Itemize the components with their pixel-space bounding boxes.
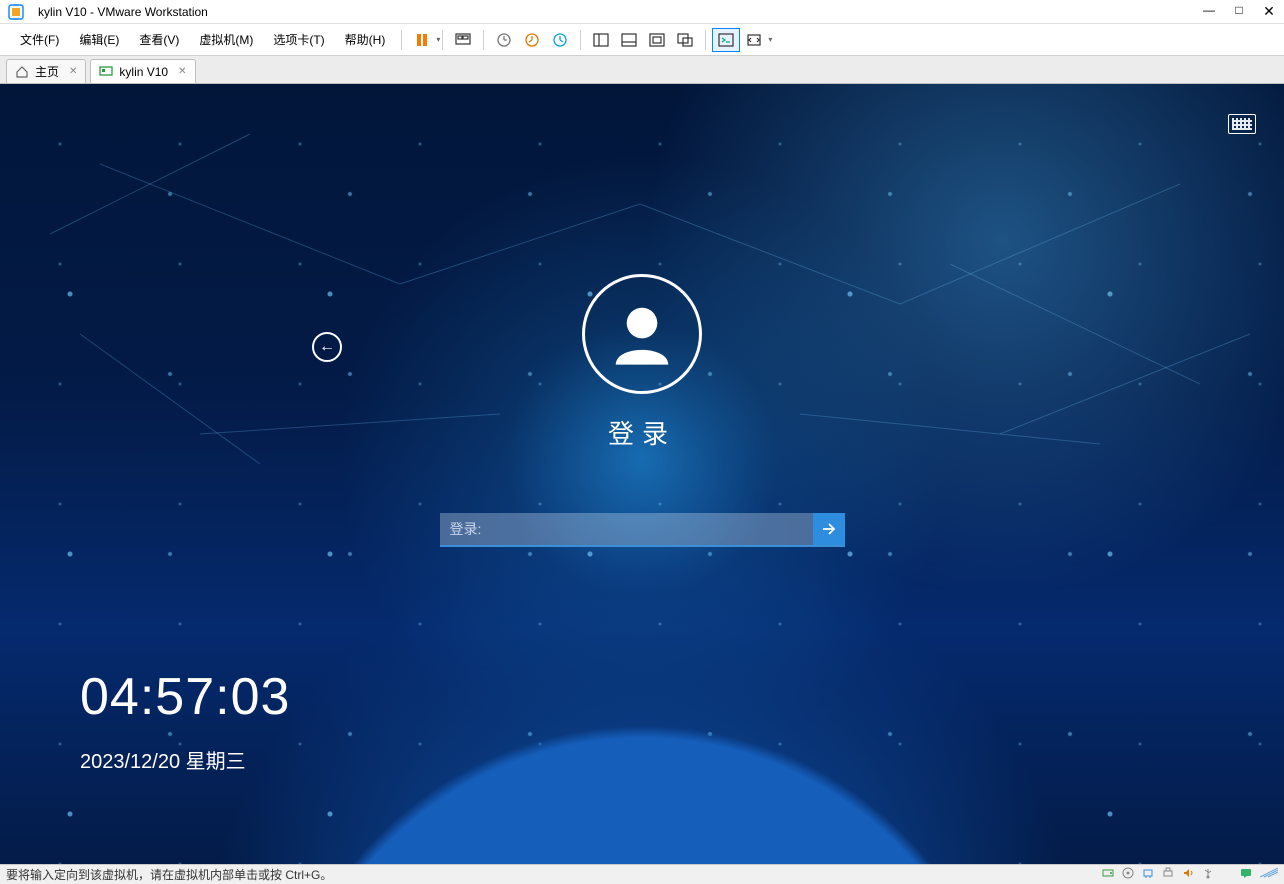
window-minimize-button[interactable]: — bbox=[1194, 3, 1224, 20]
menu-vm[interactable]: 虚拟机(M) bbox=[189, 27, 263, 52]
tab-kylin-v10[interactable]: kylin V10 ✕ bbox=[90, 59, 195, 83]
vmware-app-icon bbox=[8, 4, 24, 20]
snapshot-manager-button[interactable] bbox=[546, 28, 574, 52]
vm-monitor-icon bbox=[99, 65, 113, 79]
tab-bar: 主页 ✕ kylin V10 ✕ bbox=[0, 56, 1284, 84]
home-icon bbox=[15, 65, 29, 79]
console-view-button[interactable] bbox=[712, 28, 740, 52]
lockscreen-clock: 04:57:03 2023/12/20 星期三 bbox=[80, 667, 290, 774]
window-close-button[interactable]: ✕ bbox=[1254, 3, 1284, 20]
view-unity-button[interactable] bbox=[671, 28, 699, 52]
send-ctrl-alt-del-button[interactable] bbox=[449, 28, 477, 52]
vm-message-log-icon[interactable] bbox=[1240, 867, 1252, 882]
status-message: 要将输入定向到该虚拟机，请在虚拟机内部单击或按 Ctrl+G。 bbox=[6, 866, 1102, 883]
menu-view[interactable]: 查看(V) bbox=[129, 27, 189, 52]
menu-edit[interactable]: 编辑(E) bbox=[69, 27, 129, 52]
snapshot-take-button[interactable] bbox=[490, 28, 518, 52]
menubar: 文件(F) 编辑(E) 查看(V) 虚拟机(M) 选项卡(T) 帮助(H) bbox=[0, 24, 1284, 56]
pause-vm-button[interactable] bbox=[408, 28, 436, 52]
view-library-button[interactable] bbox=[587, 28, 615, 52]
sound-card-icon[interactable] bbox=[1182, 867, 1194, 882]
status-device-icons bbox=[1102, 867, 1278, 882]
network-adapter-icon[interactable] bbox=[1142, 867, 1154, 882]
view-fullscreen-button[interactable] bbox=[643, 28, 671, 52]
window-title: kylin V10 - VMware Workstation bbox=[32, 5, 1194, 19]
tab-kylin-close[interactable]: ✕ bbox=[178, 66, 186, 77]
tab-home-close[interactable]: ✕ bbox=[69, 66, 77, 77]
stretch-guest-button[interactable] bbox=[740, 28, 768, 52]
login-submit-button[interactable] bbox=[813, 513, 845, 545]
snapshot-revert-button[interactable] bbox=[518, 28, 546, 52]
status-bar: 要将输入定向到该虚拟机，请在虚拟机内部单击或按 Ctrl+G。 bbox=[0, 864, 1284, 884]
usb-controller-icon[interactable] bbox=[1202, 867, 1214, 882]
hard-disk-icon[interactable] bbox=[1102, 867, 1114, 882]
window-titlebar: kylin V10 - VMware Workstation — □ ✕ bbox=[0, 0, 1284, 24]
printer-icon[interactable] bbox=[1162, 867, 1174, 882]
guest-viewport[interactable]: ← 登录 04:57:03 2023/12/20 星期三 bbox=[0, 84, 1284, 864]
clock-time: 04:57:03 bbox=[80, 667, 290, 727]
tab-kylin-label: kylin V10 bbox=[119, 65, 168, 79]
clock-date: 2023/12/20 星期三 bbox=[80, 745, 290, 774]
menu-tabs[interactable]: 选项卡(T) bbox=[263, 27, 334, 52]
login-title: 登录 bbox=[432, 414, 852, 451]
menu-file[interactable]: 文件(F) bbox=[10, 27, 69, 52]
login-username-input[interactable] bbox=[440, 513, 813, 545]
on-screen-keyboard-icon[interactable] bbox=[1228, 114, 1256, 134]
menu-help[interactable]: 帮助(H) bbox=[335, 27, 396, 52]
view-thumbnail-button[interactable] bbox=[615, 28, 643, 52]
cd-dvd-icon[interactable] bbox=[1122, 867, 1134, 882]
tab-home-label: 主页 bbox=[35, 63, 59, 80]
back-arrow-button[interactable]: ← bbox=[312, 332, 342, 362]
user-avatar-icon bbox=[582, 274, 702, 394]
tab-home[interactable]: 主页 ✕ bbox=[6, 59, 86, 83]
window-maximize-button[interactable]: □ bbox=[1224, 3, 1254, 20]
login-panel: ← 登录 bbox=[432, 274, 852, 547]
input-grab-icon[interactable] bbox=[1260, 868, 1278, 881]
